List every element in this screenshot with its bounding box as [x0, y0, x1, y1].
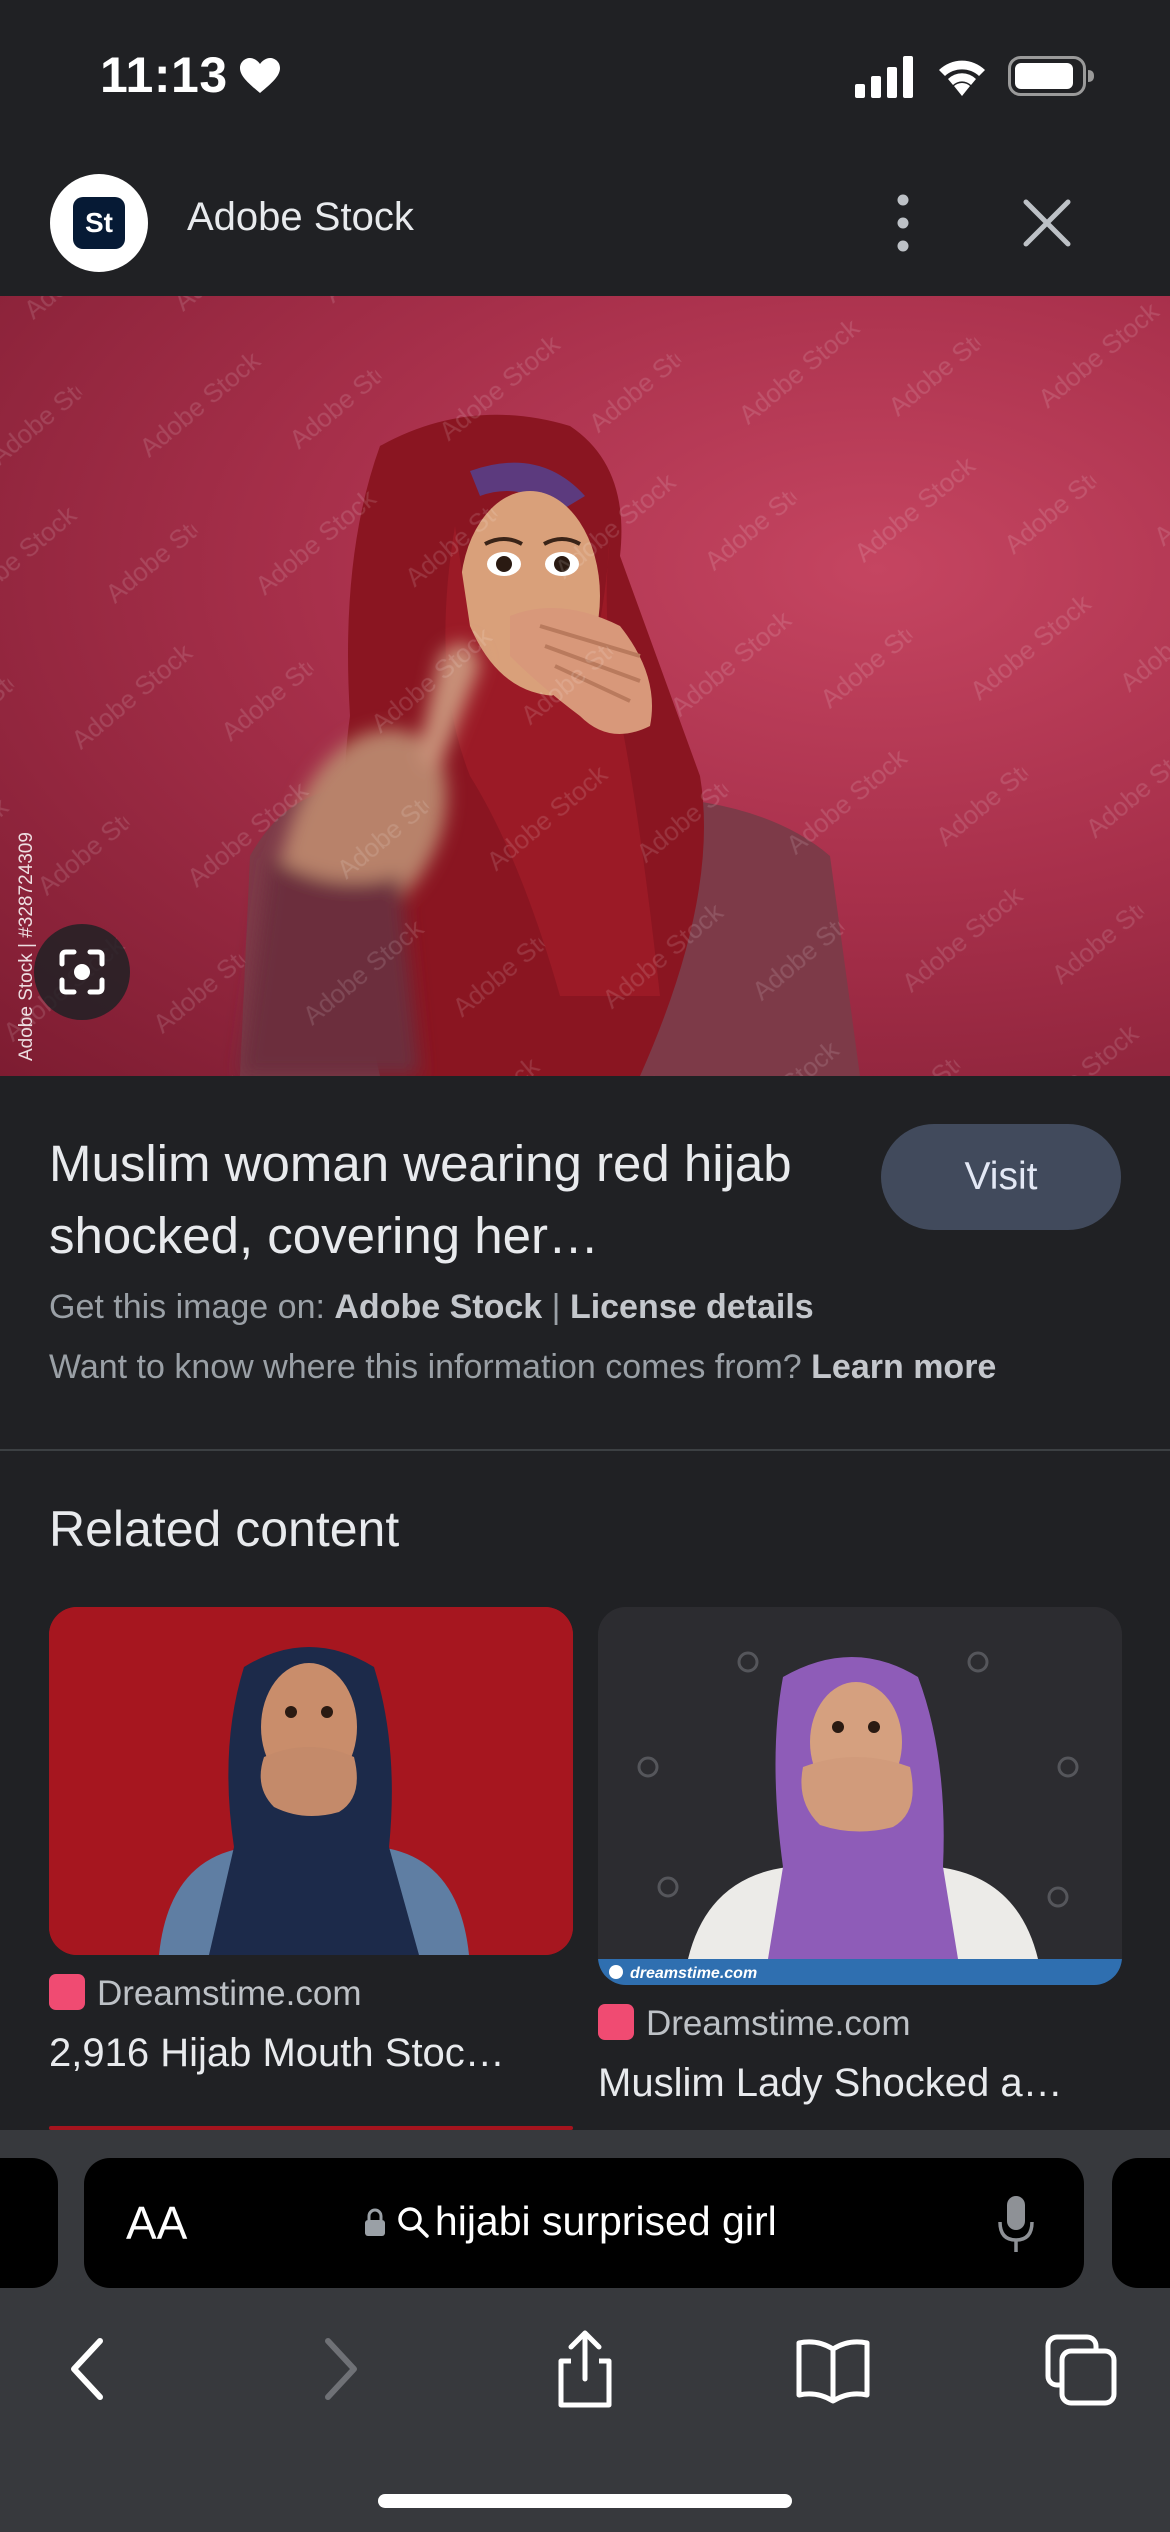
source-link[interactable]: Adobe Stock [334, 1288, 542, 1326]
related-card-title[interactable]: Muslim Lady Shocked a… [598, 2061, 1122, 2106]
source-name: Dreamstime.com [646, 2004, 911, 2043]
related-card[interactable]: Dreamstime.com 2,916 Hijab Mouth Stoc… [49, 1607, 573, 2107]
url-text: hijabi surprised girl [434, 2198, 777, 2244]
back-icon[interactable] [48, 2329, 128, 2409]
hero-image[interactable]: Adobe Stock Adobe Stock [0, 296, 1170, 1076]
license-details-link[interactable]: License details [570, 1288, 814, 1326]
image-caption: dreamstime.com [630, 1965, 757, 1982]
info-text: Want to know where this information come… [49, 1348, 802, 1386]
home-indicator[interactable] [378, 2494, 792, 2508]
related-card-source: Dreamstime.com [49, 1974, 361, 2014]
forward-icon[interactable] [300, 2329, 380, 2409]
learn-more-link[interactable]: Learn more [811, 1348, 996, 1386]
related-card-source: Dreamstime.com [598, 2004, 910, 2044]
wifi-icon [939, 60, 985, 96]
lock-icon [365, 2208, 385, 2236]
hero-photo: Adobe Stock Adobe Stock [0, 296, 1170, 1076]
signal-icon [855, 56, 913, 98]
address-bar[interactable]: AA hijabi surprised girl [84, 2158, 1084, 2288]
battery-icon [1008, 56, 1094, 96]
dreamstime-favicon [598, 2004, 634, 2040]
share-icon[interactable] [545, 2329, 625, 2409]
lens-button[interactable] [34, 924, 130, 1020]
search-icon [398, 2206, 430, 2238]
source-line: Get this image on: Adobe Stock | License… [49, 1288, 814, 1327]
related-card-image: dreamstime.com [598, 1607, 1122, 1985]
page: 11:13 St Adobe Stock Adobe Stock | #3287… [0, 0, 1170, 2532]
info-line: Want to know where this information come… [49, 1348, 996, 1387]
next-tab-peek[interactable] [1112, 2158, 1170, 2288]
mic-icon[interactable] [996, 2194, 1036, 2254]
related-card-title[interactable]: 2,916 Hijab Mouth Stoc… [49, 2031, 573, 2076]
source-name: Dreamstime.com [97, 1974, 362, 2013]
header-title[interactable]: Adobe Stock [187, 195, 414, 240]
bookmarks-icon[interactable] [793, 2329, 873, 2409]
nav-row [0, 2315, 1170, 2435]
visit-button[interactable]: Visit [881, 1124, 1121, 1230]
dreamstime-favicon [49, 1974, 85, 2010]
text-size-label: AA [126, 2197, 188, 2249]
source-separator: | [551, 1288, 561, 1326]
heart-icon [240, 58, 280, 93]
tabs-icon[interactable] [1040, 2329, 1120, 2409]
close-icon[interactable] [1020, 196, 1074, 250]
result-title[interactable]: Muslim woman wearing red hijab shocked, … [49, 1128, 849, 1272]
result-info: Muslim woman wearing red hijab shocked, … [0, 1076, 1170, 1450]
status-bar: 11:13 [0, 0, 1170, 150]
more-vert-icon[interactable] [880, 190, 926, 256]
related-photo-2: dreamstime.com [598, 1607, 1122, 1985]
browser-toolbar: AA hijabi surprised girl [0, 2130, 1170, 2532]
related-photo-1 [49, 1607, 573, 1955]
lens-search-icon [59, 949, 105, 995]
source-prefix: Get this image on: [49, 1288, 325, 1326]
header: St Adobe Stock [0, 150, 1170, 296]
logo-text: St [73, 197, 125, 249]
divider [0, 1449, 1170, 1451]
status-time: 11:13 [100, 47, 228, 103]
related-heading: Related content [49, 1501, 400, 1557]
related-card-image [49, 1607, 573, 1955]
adobe-stock-logo: St [50, 174, 148, 272]
url-field[interactable]: hijabi surprised girl [364, 2198, 777, 2248]
related-card[interactable]: dreamstime.com Dreamstime.com Muslim Lad… [598, 1607, 1122, 2127]
previous-tab-peek[interactable] [0, 2158, 58, 2288]
text-size-button[interactable]: AA [126, 2196, 187, 2250]
